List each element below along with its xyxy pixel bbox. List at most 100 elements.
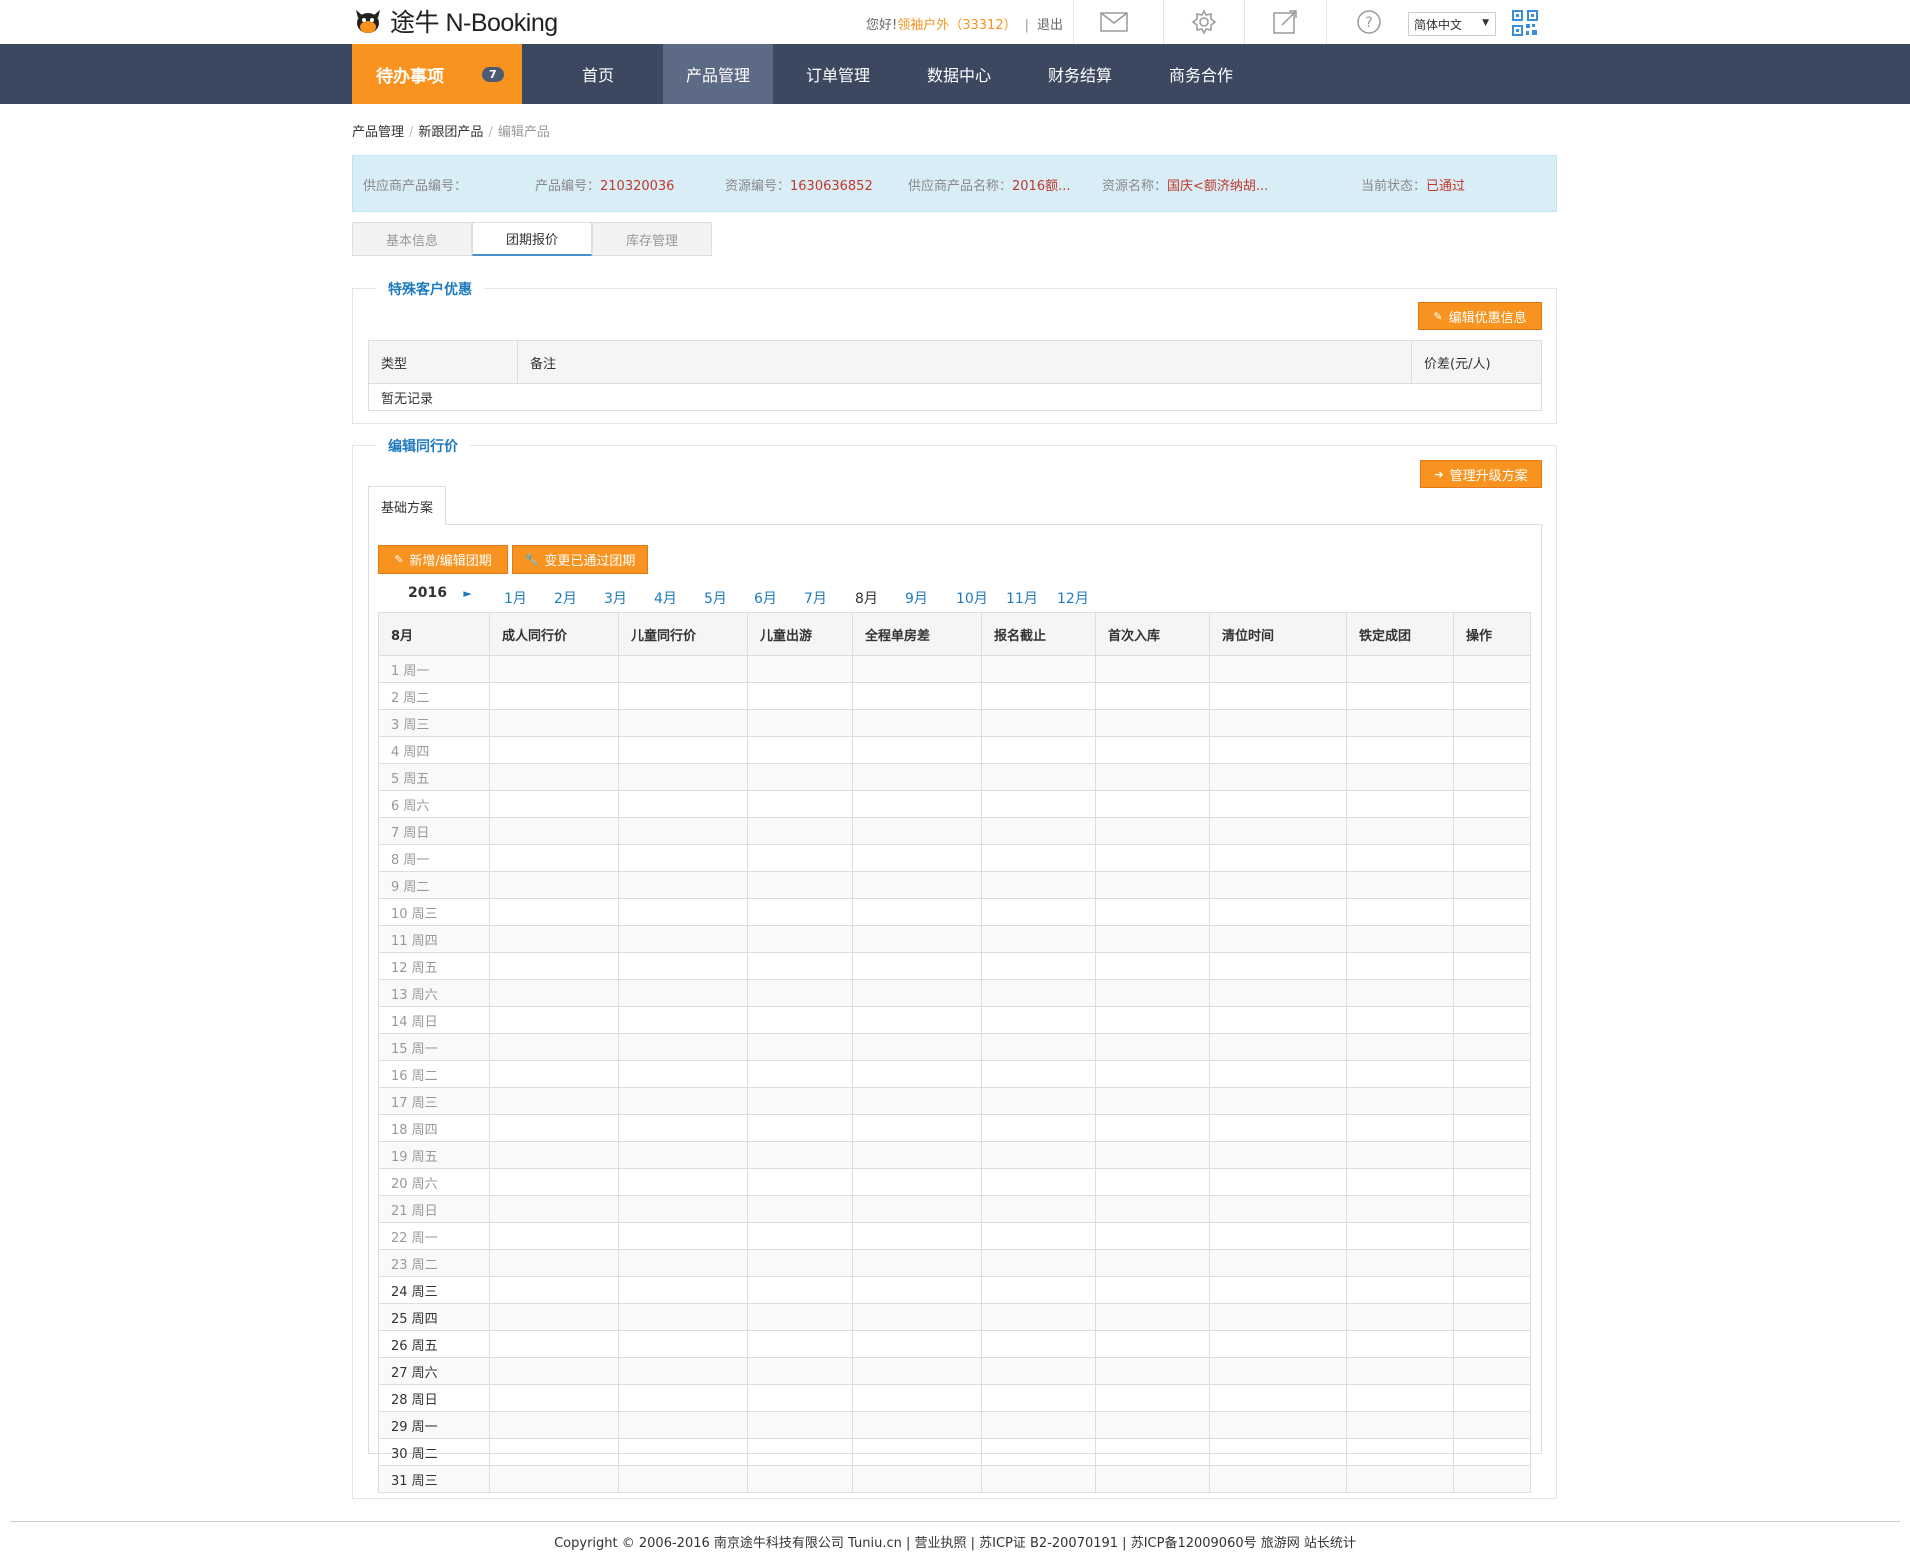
todo-label: 待办事项 bbox=[376, 66, 444, 87]
price-cell bbox=[1209, 952, 1347, 980]
tab-group-pricing[interactable]: 团期报价 bbox=[472, 222, 592, 256]
user-name[interactable]: 领袖户外 bbox=[897, 18, 949, 33]
change-approved-group-button[interactable]: 🔧 变更已通过团期 bbox=[512, 545, 648, 574]
price-cell bbox=[1453, 1033, 1531, 1061]
month-tab[interactable]: 11月 bbox=[1006, 588, 1038, 608]
price-cell bbox=[618, 763, 748, 791]
nav-item-home[interactable]: 首页 bbox=[538, 44, 658, 104]
price-cell bbox=[1095, 898, 1210, 926]
price-cell bbox=[981, 1195, 1096, 1223]
price-cell bbox=[489, 1087, 619, 1115]
product-no: 产品编号：210320036 bbox=[535, 175, 674, 194]
price-cell bbox=[1095, 1222, 1210, 1250]
price-cell bbox=[1453, 1249, 1531, 1277]
price-cell bbox=[489, 871, 619, 899]
mail-button[interactable] bbox=[1073, 0, 1154, 44]
price-cell bbox=[1346, 1222, 1454, 1250]
price-cell bbox=[747, 1330, 853, 1358]
edit-discount-button[interactable]: ✎ 编辑优惠信息 bbox=[1418, 302, 1542, 330]
price-cell bbox=[981, 655, 1096, 683]
price-cell bbox=[1453, 952, 1531, 980]
price-cell bbox=[618, 1303, 748, 1331]
price-cell bbox=[618, 682, 748, 710]
price-cell bbox=[1209, 1411, 1347, 1439]
nav-item-finance[interactable]: 财务结算 bbox=[1020, 44, 1140, 104]
price-cell bbox=[489, 952, 619, 980]
price-cell bbox=[747, 1168, 853, 1196]
price-cell bbox=[1209, 763, 1347, 791]
wrench-icon: 🔧 bbox=[524, 553, 539, 566]
price-cell bbox=[981, 1303, 1096, 1331]
price-cell bbox=[1209, 1168, 1347, 1196]
user-id: （33312） bbox=[949, 18, 1017, 33]
price-cell bbox=[1209, 709, 1347, 737]
nav-item-orders[interactable]: 订单管理 bbox=[778, 44, 898, 104]
price-cell bbox=[1346, 1141, 1454, 1169]
price-cell bbox=[1095, 1060, 1210, 1088]
logout-link[interactable]: 退出 bbox=[1037, 18, 1063, 33]
month-tab[interactable]: 9月 bbox=[905, 588, 928, 608]
manage-upgrade-button[interactable]: ➔ 管理升级方案 bbox=[1420, 460, 1542, 488]
month-tab[interactable]: 5月 bbox=[704, 588, 727, 608]
table-row: 22 周一 bbox=[378, 1222, 1531, 1250]
table-row: 7 周日 bbox=[378, 817, 1531, 845]
day-cell: 17 周三 bbox=[378, 1087, 490, 1115]
table-row: 8 周一 bbox=[378, 844, 1531, 872]
price-cell bbox=[1095, 1033, 1210, 1061]
tab-base-plan[interactable]: 基础方案 bbox=[368, 486, 446, 525]
price-cell bbox=[747, 898, 853, 926]
price-cell bbox=[1209, 1357, 1347, 1385]
tab-basic-info[interactable]: 基本信息 bbox=[352, 222, 472, 256]
month-tab[interactable]: 4月 bbox=[654, 588, 677, 608]
product-no-label: 产品编号： bbox=[535, 179, 601, 194]
nav-item-data-center[interactable]: 数据中心 bbox=[899, 44, 1019, 104]
price-cell bbox=[1095, 1168, 1210, 1196]
column-header: 清位时间 bbox=[1209, 612, 1347, 656]
qr-code-button[interactable] bbox=[1512, 10, 1538, 40]
price-cell bbox=[1453, 1114, 1531, 1142]
nav-item-business[interactable]: 商务合作 bbox=[1141, 44, 1261, 104]
language-select[interactable]: 简体中文 ▼ bbox=[1408, 12, 1496, 36]
price-cell bbox=[618, 790, 748, 818]
price-cell bbox=[852, 1114, 982, 1142]
breadcrumb-current: 编辑产品 bbox=[497, 125, 550, 140]
price-cell bbox=[852, 790, 982, 818]
todo-button[interactable]: 待办事项 7 bbox=[352, 44, 522, 104]
supplier-product-name: 供应商产品名称：2016额... bbox=[908, 175, 1071, 194]
breadcrumb-item[interactable]: 新跟团产品 bbox=[418, 125, 483, 140]
logo[interactable]: 途牛 N-Booking bbox=[352, 4, 558, 38]
settings-button[interactable] bbox=[1163, 0, 1244, 44]
price-cell bbox=[747, 1303, 853, 1331]
price-cell bbox=[747, 1060, 853, 1088]
price-cell bbox=[1095, 763, 1210, 791]
month-tab[interactable]: 7月 bbox=[804, 588, 827, 608]
sign-in-icon: ➔ bbox=[1434, 467, 1444, 481]
month-tab[interactable]: 10月 bbox=[956, 588, 988, 608]
price-cell bbox=[1095, 925, 1210, 953]
price-cell bbox=[981, 1357, 1096, 1385]
price-cell bbox=[1346, 1465, 1454, 1493]
month-tab[interactable]: 12月 bbox=[1057, 588, 1089, 608]
month-tab[interactable]: 6月 bbox=[754, 588, 777, 608]
month-tab[interactable]: 2月 bbox=[554, 588, 577, 608]
month-tab[interactable]: 3月 bbox=[604, 588, 627, 608]
nav-item-products[interactable]: 产品管理 bbox=[663, 44, 773, 104]
status-badge: 已通过 bbox=[1426, 179, 1466, 194]
price-cell bbox=[852, 1249, 982, 1277]
tab-inventory[interactable]: 库存管理 bbox=[592, 222, 712, 256]
day-cell: 5 周五 bbox=[378, 763, 490, 791]
month-tab[interactable]: 1月 bbox=[504, 588, 527, 608]
next-year-arrow-icon[interactable]: ► bbox=[463, 587, 471, 600]
mail-icon bbox=[1100, 12, 1128, 32]
price-cell bbox=[981, 1276, 1096, 1304]
breadcrumb-separator: / bbox=[409, 125, 414, 140]
month-tab[interactable]: 8月 bbox=[855, 588, 878, 608]
breadcrumb-item[interactable]: 产品管理 bbox=[352, 125, 404, 140]
price-cell bbox=[1346, 1357, 1454, 1385]
external-link-button[interactable] bbox=[1244, 0, 1325, 44]
help-button[interactable]: ? bbox=[1326, 0, 1411, 44]
price-cell bbox=[747, 925, 853, 953]
add-edit-group-button[interactable]: ✎ 新增/编辑团期 bbox=[378, 545, 508, 574]
column-header: 首次入库 bbox=[1095, 612, 1210, 656]
price-cell bbox=[1346, 1384, 1454, 1412]
